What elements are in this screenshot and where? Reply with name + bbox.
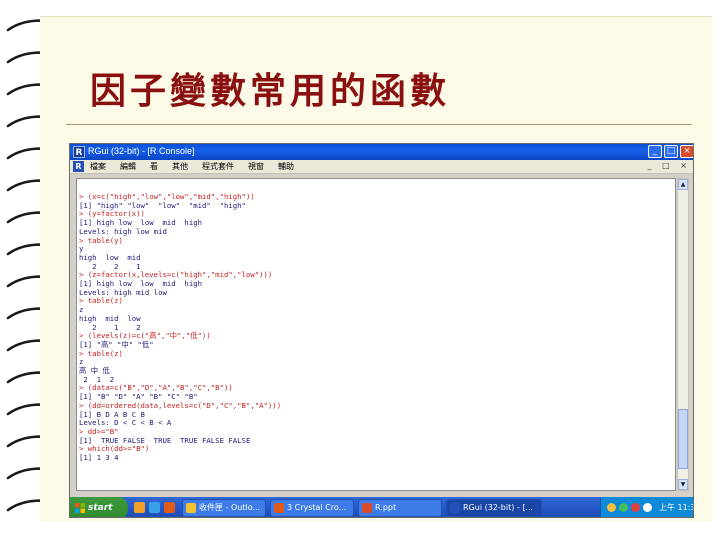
- taskbar: start 收件匣 - Outlo... 3 Crystal Cro... R.pp…: [70, 497, 693, 517]
- vertical-scrollbar[interactable]: ▲ ▼: [677, 178, 689, 491]
- start-button[interactable]: start: [70, 497, 128, 517]
- title-divider: [66, 124, 692, 125]
- console-r-icon[interactable]: R: [73, 161, 84, 172]
- quick-launch-icon[interactable]: [149, 502, 160, 513]
- taskbar-button[interactable]: R.ppt: [358, 499, 442, 517]
- taskbar-app-icon: [362, 503, 372, 513]
- r-app-icon: R: [73, 146, 85, 158]
- tray-icon[interactable]: [607, 503, 616, 512]
- slide-title: 因子變數常用的函數: [90, 70, 451, 112]
- tray-icon[interactable]: [619, 503, 628, 512]
- taskbar-button-label: RGui (32-bit) - [...: [463, 503, 534, 512]
- console-command-line: > table(z): [79, 296, 123, 306]
- taskbar-app-icon: [450, 503, 460, 513]
- console-command-line: > table(z): [79, 348, 123, 358]
- taskbar-button[interactable]: 收件匣 - Outlo...: [182, 499, 266, 517]
- close-button[interactable]: ×: [680, 145, 693, 158]
- scroll-thumb[interactable]: [678, 409, 688, 469]
- scroll-down-button[interactable]: ▼: [678, 479, 688, 490]
- menu-bar: R 檔案 編輯 看 其他 程式套件 視窗 輔助 _ □ ×: [70, 160, 693, 174]
- r-console[interactable]: > (x=c("high","low","low","mid","high"))…: [76, 178, 676, 491]
- menu-edit[interactable]: 編輯: [120, 161, 136, 172]
- menu-misc[interactable]: 其他: [172, 161, 188, 172]
- console-output: > (x=c("high","low","low","mid","high"))…: [79, 192, 281, 463]
- taskbar-app-icon: [186, 503, 196, 513]
- console-command-line: > table(y): [79, 235, 123, 245]
- console-output-line: [1] 1 3 4: [79, 453, 119, 463]
- quick-launch-icon[interactable]: [134, 502, 145, 513]
- window-titlebar[interactable]: R RGui (32-bit) - [R Console] _ □ ×: [70, 144, 693, 160]
- scroll-up-button[interactable]: ▲: [678, 179, 688, 190]
- quick-launch-icon[interactable]: [164, 502, 175, 513]
- taskbar-button[interactable]: 3 Crystal Cro...: [270, 499, 354, 517]
- menu-items: 檔案 編輯 看 其他 程式套件 視窗 輔助: [90, 161, 294, 172]
- menu-packages[interactable]: 程式套件: [202, 161, 234, 172]
- desktop-screenshot: R RGui (32-bit) - [R Console] _ □ × R 檔案…: [69, 143, 694, 518]
- windows-logo-icon: [75, 503, 85, 513]
- taskbar-button-label: 3 Crystal Cro...: [287, 503, 347, 512]
- clock: 上午 11:37: [659, 503, 693, 512]
- tray-icon[interactable]: [643, 503, 652, 512]
- console-window-controls[interactable]: _ □ ×: [648, 161, 691, 170]
- menu-file[interactable]: 檔案: [90, 161, 106, 172]
- window-title: RGui (32-bit) - [R Console]: [88, 146, 195, 156]
- menu-help[interactable]: 輔助: [278, 161, 294, 172]
- taskbar-app-icon: [274, 503, 284, 513]
- tray-icon[interactable]: [631, 503, 640, 512]
- maximize-button[interactable]: □: [664, 145, 678, 158]
- taskbar-button[interactable]: RGui (32-bit) - [...: [446, 499, 542, 517]
- menu-view[interactable]: 看: [150, 161, 158, 172]
- taskbar-button-label: 收件匣 - Outlo...: [199, 503, 261, 512]
- minimize-button[interactable]: _: [648, 145, 662, 158]
- menu-windows[interactable]: 視窗: [248, 161, 264, 172]
- taskbar-button-label: R.ppt: [375, 503, 397, 512]
- system-tray: 上午 11:37: [600, 497, 693, 517]
- start-label: start: [88, 503, 113, 513]
